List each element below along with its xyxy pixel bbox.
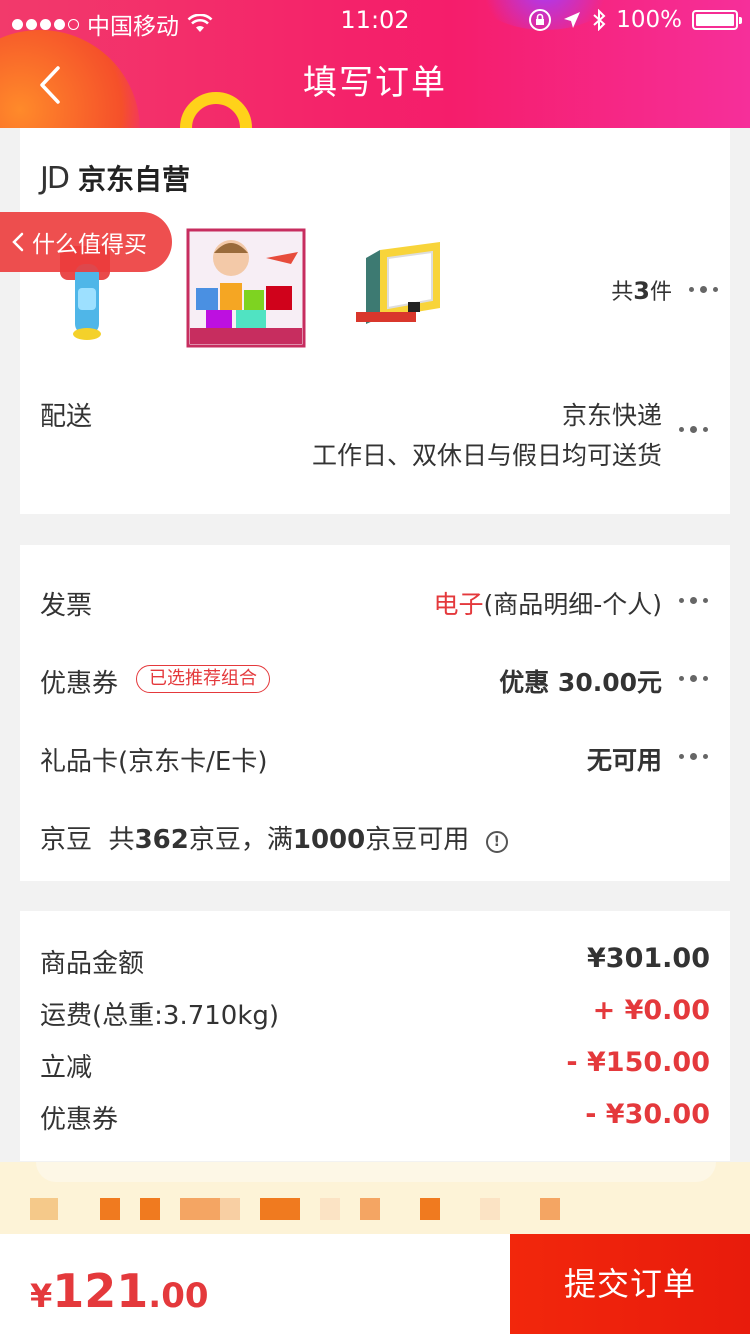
total-decimal: .00 — [148, 1276, 209, 1316]
jingdou-threshold: 1000 — [292, 825, 366, 855]
amount-value: + ¥0.00 — [592, 995, 710, 1026]
rotation-lock-icon — [529, 9, 552, 31]
delivery-label: 配送 — [40, 402, 93, 432]
banner-block — [30, 1198, 58, 1220]
more-icon — [679, 753, 708, 760]
jingdou-count: 362 — [134, 825, 189, 855]
goods-count: 共3件 — [611, 274, 672, 306]
product-image — [186, 228, 306, 348]
more-icon — [689, 286, 718, 293]
promo-tag[interactable]: 什么值得买 — [0, 212, 172, 272]
battery-percent: 100% — [616, 7, 682, 33]
coupon-value: 优惠 30.00元 — [499, 668, 662, 697]
jingdou-text: 京豆可用 — [365, 825, 470, 855]
bottom-bar: ¥121.00 提交订单 — [0, 1234, 750, 1334]
banner-block — [540, 1198, 560, 1220]
amount-value: ¥301.00 — [587, 943, 710, 974]
invoice-label: 发票 — [40, 591, 93, 621]
more-icon — [679, 597, 708, 604]
info-icon[interactable]: ! — [485, 831, 508, 853]
amount-value: - ¥150.00 — [566, 1047, 710, 1078]
banner-block — [180, 1198, 220, 1220]
jingdou-label: 京豆 — [40, 825, 93, 855]
location-arrow-icon — [564, 12, 581, 28]
currency-symbol: ¥ — [30, 1277, 53, 1315]
amount-label: 商品金额 — [40, 949, 145, 979]
banner-block — [360, 1198, 380, 1220]
jingdou-row: 京豆 共362京豆，满1000京豆可用 ! — [40, 819, 508, 856]
banner-block — [100, 1198, 120, 1220]
amount-label: 立减 — [40, 1053, 93, 1083]
gift-card-value: 无可用 — [586, 746, 662, 775]
page-title: 填写订单 — [303, 63, 447, 103]
gift-card-label: 礼品卡(京东卡/E卡) — [40, 747, 268, 777]
promo-tag-label: 什么值得买 — [32, 232, 147, 258]
amount-label: 运费(总重:3.710kg) — [40, 1001, 280, 1031]
battery-icon — [692, 10, 742, 30]
coupon-label: 优惠券 — [40, 669, 119, 699]
product-image — [356, 242, 440, 324]
goods-count-number: 3 — [633, 277, 650, 305]
amount-value: - ¥30.00 — [585, 1099, 710, 1130]
total-integer: 121 — [52, 1264, 149, 1318]
amount-label: 优惠券 — [40, 1105, 119, 1135]
banner-block — [140, 1198, 160, 1220]
chevron-left-icon — [12, 232, 24, 252]
banner-block — [480, 1198, 500, 1220]
invoice-type: 电子 — [433, 590, 484, 619]
banner-block — [320, 1198, 340, 1220]
invoice-detail: (商品明细-个人) — [483, 590, 662, 619]
goods-count-suffix: 件 — [649, 280, 672, 305]
order-total: ¥121.00 — [30, 1264, 209, 1318]
jingdou-text: 共 — [108, 825, 135, 855]
coupon-badge: 已选推荐组合 — [136, 665, 270, 693]
delivery-method: 京东快递 — [561, 401, 662, 430]
shop-name: 京东自营 — [77, 163, 190, 196]
price-summary-card: 商品金额 ¥301.00 运费(总重:3.710kg) + ¥0.00 立减 -… — [20, 911, 730, 1161]
banner-block — [220, 1198, 240, 1220]
delivery-time: 工作日、双休日与假日均可送货 — [311, 441, 662, 470]
bluetooth-icon — [593, 9, 606, 31]
jingdou-text: 京豆，满 — [188, 825, 293, 855]
submit-order-button[interactable]: 提交订单 — [510, 1234, 750, 1334]
banner-decoration — [36, 1162, 716, 1182]
invoice-value: 电子(商品明细-个人) — [433, 585, 662, 621]
goods-count-prefix: 共 — [611, 280, 634, 305]
more-icon — [679, 675, 708, 682]
jd-logo: JD — [40, 160, 70, 196]
order-options-card: 发票 电子(商品明细-个人) 优惠券 已选推荐组合 优惠 30.00元 礼品卡(… — [20, 545, 730, 881]
shop-header: JD 京东自营 — [40, 158, 190, 198]
order-goods-card: JD 京东自营 共3件 配送 京东快递 工作日、双休日与假日均可送货 — [20, 128, 730, 514]
status-bar: 中国移动 11:02 100% — [0, 0, 750, 40]
banner-block — [420, 1198, 440, 1220]
banner-block — [260, 1198, 300, 1220]
promo-banner[interactable] — [0, 1162, 750, 1234]
more-icon — [679, 426, 708, 433]
app-header: 中国移动 11:02 100% 填写订单 — [0, 0, 750, 128]
